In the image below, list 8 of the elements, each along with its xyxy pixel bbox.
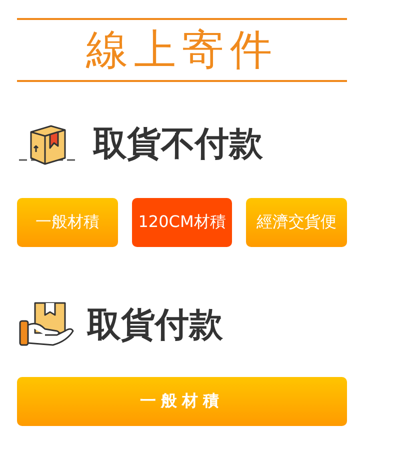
hand-box-icon — [17, 301, 75, 349]
option-button[interactable]: 經濟交貨便 — [246, 198, 347, 247]
page-title: 線上寄件 — [86, 29, 278, 71]
option-button[interactable]: 一般材積 — [17, 377, 347, 426]
section-heading: 取貨付款 — [87, 304, 223, 347]
section-heading: 取貨不付款 — [93, 123, 263, 166]
option-button[interactable]: 一般材積 — [17, 198, 118, 247]
option-button[interactable]: 120CM材積 — [132, 198, 232, 247]
